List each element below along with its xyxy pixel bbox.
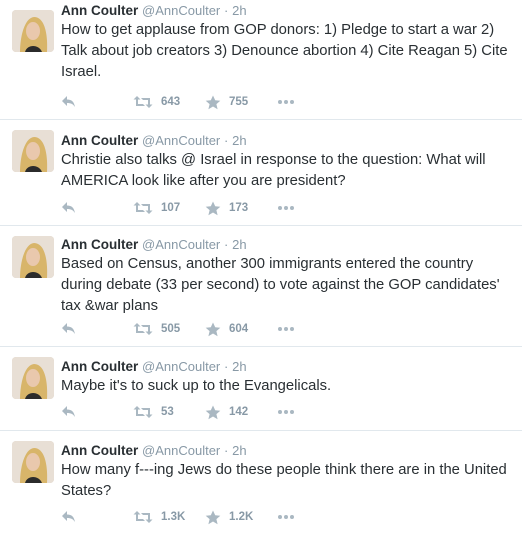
retweet-button[interactable]: 53 bbox=[133, 403, 174, 421]
author-handle[interactable]: @AnnCoulter bbox=[142, 3, 220, 18]
reply-icon bbox=[62, 511, 75, 522]
tweet[interactable]: Ann Coulter @AnnCoulter · 2h How to get … bbox=[0, 0, 522, 120]
retweet-button[interactable]: 107 bbox=[133, 199, 180, 217]
more-icon bbox=[278, 206, 294, 210]
timestamp[interactable]: 2h bbox=[232, 443, 246, 458]
tweet-header: Ann Coulter @AnnCoulter · 2h bbox=[61, 356, 512, 376]
reply-icon bbox=[62, 96, 75, 107]
more-icon bbox=[278, 100, 294, 104]
author-handle[interactable]: @AnnCoulter bbox=[142, 133, 220, 148]
timestamp[interactable]: 2h bbox=[232, 133, 246, 148]
timestamp[interactable]: 2h bbox=[232, 237, 246, 252]
retweet-icon bbox=[133, 202, 153, 214]
reply-icon bbox=[62, 323, 75, 334]
tweet-header: Ann Coulter @AnnCoulter · 2h bbox=[61, 440, 512, 460]
tweet[interactable]: Ann Coulter @AnnCoulter · 2h How many f-… bbox=[0, 431, 522, 536]
star-icon bbox=[205, 95, 221, 109]
separator: · bbox=[224, 443, 229, 458]
tweet-actions: 107 173 bbox=[61, 199, 321, 217]
more-icon bbox=[278, 515, 294, 519]
tweet-actions: 1.3K 1.2K bbox=[61, 508, 321, 526]
more-button[interactable] bbox=[277, 508, 295, 526]
tweet-actions: 53 142 bbox=[61, 403, 321, 421]
separator: · bbox=[224, 359, 229, 374]
author-name[interactable]: Ann Coulter bbox=[61, 133, 138, 148]
star-icon bbox=[205, 405, 221, 419]
tweet-timeline: Ann Coulter @AnnCoulter · 2h How to get … bbox=[0, 0, 522, 536]
timestamp[interactable]: 2h bbox=[232, 3, 246, 18]
favorite-button[interactable]: 604 bbox=[205, 320, 248, 338]
reply-button[interactable] bbox=[61, 508, 77, 526]
retweet-count: 505 bbox=[161, 323, 181, 335]
author-handle[interactable]: @AnnCoulter bbox=[142, 359, 220, 374]
favorite-count: 755 bbox=[229, 96, 249, 108]
tweet-text: Maybe it's to suck up to the Evangelical… bbox=[61, 378, 332, 394]
tweet-actions: 643 755 bbox=[61, 93, 321, 111]
favorite-button[interactable]: 755 bbox=[205, 93, 248, 111]
more-button[interactable] bbox=[277, 199, 295, 217]
star-icon bbox=[205, 510, 221, 524]
avatar[interactable] bbox=[12, 10, 54, 52]
separator: · bbox=[224, 133, 229, 148]
reply-button[interactable] bbox=[61, 320, 77, 338]
retweet-count: 107 bbox=[161, 202, 181, 214]
star-icon bbox=[205, 201, 221, 215]
more-button[interactable] bbox=[277, 403, 295, 421]
author-handle[interactable]: @AnnCoulter bbox=[142, 443, 220, 458]
retweet-button[interactable]: 643 bbox=[133, 93, 180, 111]
reply-button[interactable] bbox=[61, 93, 77, 111]
tweet-header: Ann Coulter @AnnCoulter · 2h bbox=[61, 0, 512, 20]
retweet-icon bbox=[133, 96, 153, 108]
favorite-count: 173 bbox=[229, 202, 249, 214]
avatar[interactable] bbox=[12, 130, 54, 172]
retweet-icon bbox=[133, 406, 153, 418]
more-button[interactable] bbox=[277, 320, 295, 338]
more-button[interactable] bbox=[277, 93, 295, 111]
author-name[interactable]: Ann Coulter bbox=[61, 443, 138, 458]
author-handle[interactable]: @AnnCoulter bbox=[142, 237, 220, 252]
favorite-button[interactable]: 1.2K bbox=[205, 508, 253, 526]
timestamp[interactable]: 2h bbox=[232, 359, 246, 374]
reply-icon bbox=[62, 406, 75, 417]
tweet[interactable]: Ann Coulter @AnnCoulter · 2h Maybe it's … bbox=[0, 347, 522, 431]
reply-button[interactable] bbox=[61, 403, 77, 421]
retweet-icon bbox=[133, 511, 153, 523]
tweet-text: Christie also talks @ Israel in response… bbox=[61, 152, 486, 189]
retweet-count: 643 bbox=[161, 96, 181, 108]
avatar[interactable] bbox=[12, 441, 54, 483]
tweet-actions: 505 604 bbox=[61, 320, 321, 338]
reply-button[interactable] bbox=[61, 199, 77, 217]
author-name[interactable]: Ann Coulter bbox=[61, 237, 138, 252]
favorite-button[interactable]: 142 bbox=[205, 403, 248, 421]
retweet-count: 53 bbox=[161, 406, 174, 418]
more-icon bbox=[278, 410, 294, 414]
retweet-count: 1.3K bbox=[161, 511, 186, 523]
tweet[interactable]: Ann Coulter @AnnCoulter · 2h Based on Ce… bbox=[0, 226, 522, 347]
separator: · bbox=[224, 3, 229, 18]
author-name[interactable]: Ann Coulter bbox=[61, 3, 138, 18]
author-name[interactable]: Ann Coulter bbox=[61, 359, 138, 374]
favorite-button[interactable]: 173 bbox=[205, 199, 248, 217]
star-icon bbox=[205, 322, 221, 336]
retweet-button[interactable]: 505 bbox=[133, 320, 180, 338]
tweet-header: Ann Coulter @AnnCoulter · 2h bbox=[61, 130, 512, 150]
favorite-count: 1.2K bbox=[229, 511, 254, 523]
retweet-icon bbox=[133, 323, 153, 335]
tweet-text: How to get applause from GOP donors: 1) … bbox=[61, 22, 508, 80]
separator: · bbox=[224, 237, 229, 252]
reply-icon bbox=[62, 202, 75, 213]
favorite-count: 142 bbox=[229, 406, 249, 418]
avatar[interactable] bbox=[12, 236, 54, 278]
more-icon bbox=[278, 327, 294, 331]
retweet-button[interactable]: 1.3K bbox=[133, 508, 185, 526]
tweet-header: Ann Coulter @AnnCoulter · 2h bbox=[61, 234, 512, 254]
tweet[interactable]: Ann Coulter @AnnCoulter · 2h Christie al… bbox=[0, 120, 522, 226]
tweet-text: Based on Census, another 300 immigrants … bbox=[61, 256, 500, 314]
avatar[interactable] bbox=[12, 357, 54, 399]
favorite-count: 604 bbox=[229, 323, 249, 335]
tweet-text: How many f---ing Jews do these people th… bbox=[61, 462, 507, 499]
